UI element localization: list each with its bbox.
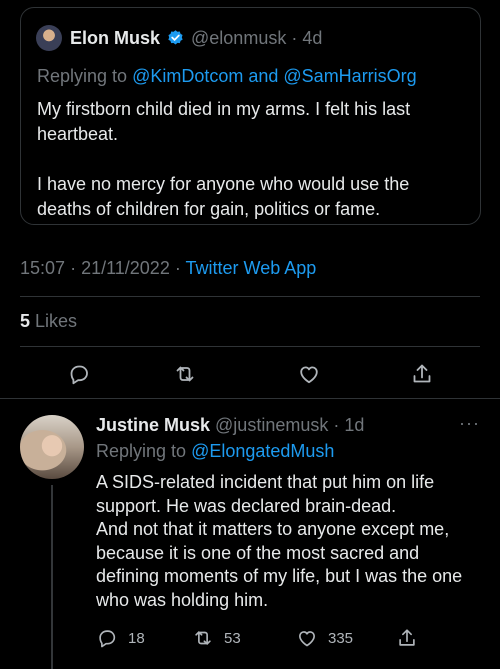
replying-to: Replying to @KimDotcom and @SamHarrisOrg [37, 66, 417, 86]
reply-icon [99, 630, 116, 648]
replying-to-link[interactable]: @ElongatedMush [191, 441, 334, 461]
share-button[interactable] [407, 359, 437, 389]
tweet-timestamp: 15:07 · 21/11/2022 · Twitter Web App [20, 258, 317, 278]
divider [0, 398, 500, 399]
retweet-icon [195, 631, 211, 645]
share-icon [413, 364, 431, 383]
replying-to: Replying to @ElongatedMush [96, 441, 335, 461]
tweet-action-bar [0, 357, 500, 393]
more-options-icon[interactable]: ··· [459, 414, 480, 432]
like-icon [300, 366, 318, 384]
like-button[interactable] [294, 359, 324, 389]
share-button[interactable] [396, 626, 428, 650]
retweet-button[interactable]: 53 [192, 626, 241, 650]
verified-badge-icon [168, 29, 183, 45]
quoted-tweet-header: Elon Musk @elonmusk · 4d [36, 25, 322, 51]
tweet-text: My firstborn child died in my arms. I fe… [37, 97, 467, 222]
reply-icon [70, 365, 88, 385]
reply-action-bar: 18 53 335 [96, 626, 426, 650]
avatar[interactable] [36, 25, 62, 51]
author-name[interactable]: Justine Musk [96, 415, 210, 436]
reply-tweet[interactable]: Justine Musk @justinemusk · 1d ··· Reply… [0, 400, 500, 669]
author-name[interactable]: Elon Musk [70, 28, 160, 49]
tweet-paragraph: I have no mercy for anyone who would use… [37, 174, 410, 219]
tweet-time[interactable]: 15:07 [20, 258, 65, 278]
divider [20, 296, 480, 297]
thread-line [51, 485, 53, 669]
tweet-paragraph: My firstborn child died in my arms. I fe… [37, 99, 411, 144]
reply-tweet-header: Justine Musk @justinemusk · 1d [96, 415, 364, 436]
tweet-paragraph: And not that it matters to anyone except… [96, 519, 463, 610]
reply-button[interactable]: 18 [96, 626, 145, 650]
author-handle[interactable]: @elonmusk · 4d [191, 28, 322, 49]
divider [20, 346, 480, 347]
retweet-icon [176, 366, 194, 382]
like-button[interactable]: 335 [296, 626, 353, 650]
reply-button[interactable] [64, 359, 94, 389]
replying-to-link[interactable]: @KimDotcom and @SamHarrisOrg [132, 66, 417, 86]
quoted-tweet-card[interactable]: Elon Musk @elonmusk · 4d Replying to @Ki… [20, 7, 481, 225]
tweet-paragraph: A SIDS-related incident that put him on … [96, 472, 435, 516]
source-app-link[interactable]: Twitter Web App [186, 258, 317, 278]
likes-count: 5 [20, 311, 31, 331]
tweet-text: A SIDS-related incident that put him on … [96, 471, 486, 612]
likes-count-link[interactable]: 5 Likes [20, 311, 77, 332]
retweet-count: 53 [224, 629, 241, 647]
reply-count: 18 [128, 629, 145, 647]
like-icon [299, 631, 315, 647]
likes-label: Likes [35, 311, 78, 331]
avatar[interactable] [20, 415, 84, 479]
share-icon [399, 629, 415, 646]
retweet-button[interactable] [170, 359, 200, 389]
like-count: 335 [328, 629, 354, 647]
tweet-date[interactable]: 21/11/2022 [81, 258, 170, 278]
author-handle[interactable]: @justinemusk · 1d [215, 415, 364, 436]
